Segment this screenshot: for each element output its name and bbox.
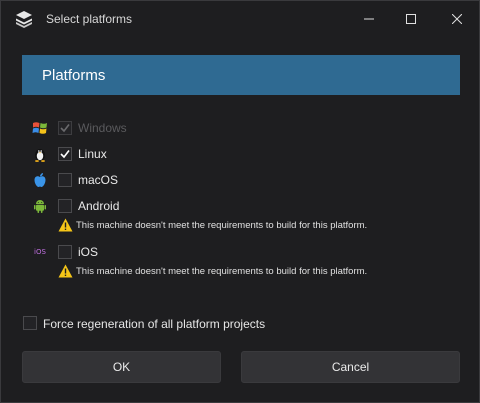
ios-icon: iOS: [31, 243, 49, 261]
android-label: Android: [78, 199, 120, 213]
maximize-button[interactable]: [398, 7, 424, 31]
linux-checkbox[interactable]: [58, 147, 72, 161]
android-icon: [31, 197, 49, 215]
ios-label: iOS: [78, 245, 99, 259]
close-button[interactable]: [444, 7, 470, 31]
checkmark-icon: [60, 150, 70, 159]
force-regeneration-label: Force regeneration of all platform proje…: [43, 317, 266, 331]
android-warning-text: This machine doesn't meet the requiremen…: [76, 220, 368, 231]
checkmark-icon: [60, 124, 70, 133]
ios-icon-text: iOS: [34, 248, 46, 256]
platform-row-windows: Windows: [31, 118, 451, 138]
linux-label: Linux: [78, 147, 107, 161]
force-regeneration-checkbox[interactable]: [23, 316, 37, 330]
android-checkbox[interactable]: [58, 199, 72, 213]
warning-icon: [58, 264, 73, 278]
close-icon: [452, 14, 462, 24]
platforms-header: Platforms: [22, 55, 460, 95]
force-regeneration-option[interactable]: Force regeneration of all platform proje…: [23, 315, 323, 333]
windows-icon: [31, 119, 49, 137]
windows-checkbox[interactable]: [58, 121, 72, 135]
apple-icon: [31, 171, 49, 189]
platform-row-linux: Linux: [31, 144, 451, 164]
ios-checkbox[interactable]: [58, 245, 72, 259]
minimize-button[interactable]: [356, 7, 382, 31]
platforms-heading: Platforms: [42, 67, 106, 84]
macos-checkbox[interactable]: [58, 173, 72, 187]
title-bar[interactable]: Select platforms: [1, 1, 479, 37]
cancel-button[interactable]: Cancel: [241, 351, 460, 383]
stack-layers-icon: [16, 11, 32, 28]
macos-label: macOS: [78, 173, 119, 187]
android-warning: This machine doesn't meet the requiremen…: [58, 218, 458, 234]
window-title: Select platforms: [46, 12, 133, 26]
ios-warning: This machine doesn't meet the requiremen…: [58, 264, 458, 280]
platform-row-macos: macOS: [31, 170, 451, 190]
minimize-icon: [364, 18, 374, 20]
ok-button[interactable]: OK: [22, 351, 221, 383]
platform-row-ios: iOS iOS: [31, 242, 451, 262]
warning-icon: [58, 218, 73, 232]
select-platforms-dialog: Select platforms Platforms Windows Linux…: [0, 0, 480, 403]
windows-label: Windows: [78, 121, 127, 135]
platform-row-android: Android: [31, 196, 451, 216]
linux-tux-icon: [31, 145, 49, 163]
maximize-icon: [406, 14, 416, 24]
ios-warning-text: This machine doesn't meet the requiremen…: [76, 266, 368, 277]
